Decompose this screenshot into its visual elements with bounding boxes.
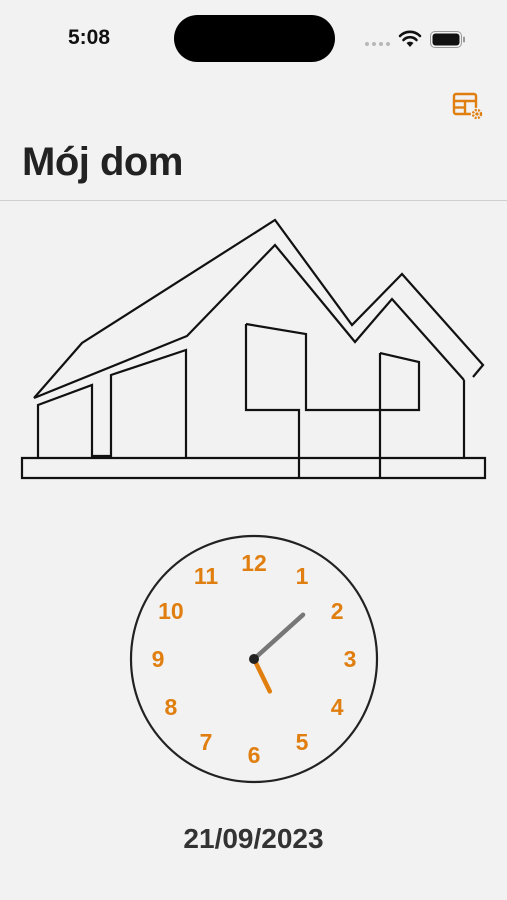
clock-number: 5 [296, 729, 309, 755]
clock-number: 7 [200, 729, 213, 755]
header-divider [0, 200, 507, 201]
clock-number: 8 [165, 694, 178, 720]
clock-number: 10 [158, 598, 184, 624]
status-time: 5:08 [68, 26, 111, 49]
clock-number: 11 [194, 563, 219, 589]
status-bar: 5:08 [0, 0, 507, 80]
house-illustration [20, 218, 487, 480]
clock-number: 6 [248, 742, 261, 768]
dynamic-island [174, 15, 335, 62]
clock-number: 2 [331, 598, 344, 624]
clock-center-pin [249, 654, 259, 664]
clock-number: 4 [331, 694, 344, 720]
clock-number: 3 [344, 646, 357, 672]
clock-number: 9 [152, 646, 165, 672]
clock-number: 1 [296, 563, 309, 589]
analog-clock: 12 1234567891011 [129, 534, 379, 784]
clock-number: 12 [241, 550, 267, 576]
cellular-signal-icon [365, 42, 390, 46]
grid-gear-icon [452, 92, 484, 121]
wifi-icon [398, 30, 422, 47]
current-date: 21/09/2023 [183, 823, 324, 854]
layout-settings-button[interactable] [452, 92, 486, 122]
page-title: Mój dom [22, 140, 183, 184]
battery-icon [430, 31, 465, 48]
